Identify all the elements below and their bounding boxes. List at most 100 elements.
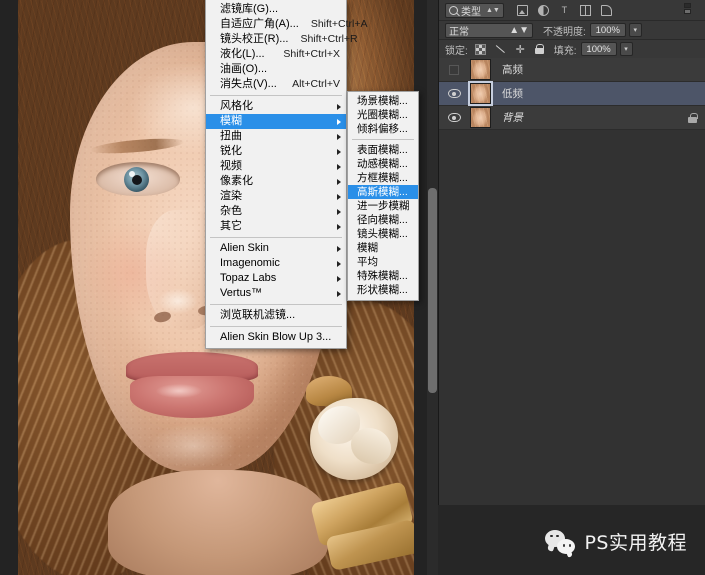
blur-submenu-item-label: 径向模糊... — [357, 213, 408, 227]
filter-menu-item[interactable]: 浏览联机滤镜... — [206, 308, 346, 323]
eye-icon — [448, 113, 461, 122]
blur-submenu-item[interactable]: 形状模糊... — [348, 283, 418, 297]
layer-thumbnail-cell[interactable] — [465, 83, 495, 104]
layers-list[interactable]: 高频低频背景 — [439, 58, 705, 130]
blur-submenu-item-label: 表面模糊... — [357, 143, 408, 157]
submenu-arrow-icon — [337, 246, 341, 252]
filter-menu-item[interactable]: 像素化 — [206, 174, 346, 189]
photoshop-window: 滤镜库(G)...自适应广角(A)...Shift+Ctrl+A镜头校正(R).… — [0, 0, 705, 575]
menu-separator — [210, 95, 342, 96]
filter-menu-item[interactable]: 渲染 — [206, 189, 346, 204]
lock-transparent-pixels-icon[interactable] — [475, 44, 486, 55]
blur-submenu-item[interactable]: 场景模糊... — [348, 94, 418, 108]
blur-submenu-item[interactable]: 镜头模糊... — [348, 227, 418, 241]
filter-menu-item[interactable]: 镜头校正(R)...Shift+Ctrl+R — [206, 32, 346, 47]
shape-filter-icon[interactable] — [580, 5, 591, 16]
filter-menu-item[interactable]: 扭曲 — [206, 129, 346, 144]
layer-visibility-toggle[interactable] — [443, 106, 465, 130]
layer-name[interactable]: 高频 — [502, 62, 523, 77]
filter-type-select[interactable]: 类型 ▲▼ — [445, 3, 504, 18]
image-filter-icon[interactable] — [517, 5, 528, 16]
layer-thumbnail-cell[interactable] — [465, 59, 495, 80]
layer-row[interactable]: 背景 — [439, 106, 705, 130]
lock-row[interactable]: 锁定: 填充: 100% ▾ — [439, 40, 705, 59]
lock-all-icon[interactable] — [535, 44, 544, 54]
fill-value[interactable]: 100% — [581, 42, 617, 56]
smart-object-filter-icon[interactable] — [601, 5, 612, 16]
opacity-stepper-icon[interactable]: ▾ — [629, 23, 642, 37]
blur-submenu-item[interactable]: 模糊 — [348, 241, 418, 255]
blend-mode-value: 正常 — [449, 23, 509, 38]
search-icon — [449, 6, 458, 15]
layer-filter-row[interactable]: 类型 ▲▼ T — [439, 0, 705, 21]
blur-submenu-item[interactable]: 光圈模糊... — [348, 108, 418, 122]
layer-row[interactable]: 高频 — [439, 58, 705, 82]
lock-image-pixels-icon[interactable] — [495, 44, 506, 55]
filter-menu-item[interactable]: Alien Skin — [206, 241, 346, 256]
filter-menu[interactable]: 滤镜库(G)...自适应广角(A)...Shift+Ctrl+A镜头校正(R).… — [205, 0, 347, 349]
filter-menu-item[interactable]: Vertus™ — [206, 286, 346, 301]
lip-highlight — [156, 384, 202, 398]
layer-locked-icon — [688, 113, 697, 123]
layer-visibility-toggle[interactable] — [443, 82, 465, 106]
filter-menu-item-label: 像素化 — [220, 174, 253, 189]
document-canvas-area[interactable]: 滤镜库(G)...自适应广角(A)...Shift+Ctrl+A镜头校正(R).… — [0, 0, 438, 575]
filter-menu-item-label: 镜头校正(R)... — [220, 32, 288, 47]
blur-submenu-item[interactable]: 高斯模糊... — [348, 185, 418, 199]
filter-menu-item-label: 视频 — [220, 159, 242, 174]
blur-submenu-item[interactable]: 进一步模糊 — [348, 199, 418, 213]
submenu-arrow-icon — [337, 291, 341, 297]
lock-position-icon[interactable] — [515, 44, 526, 55]
filter-menu-item[interactable]: 油画(O)... — [206, 62, 346, 77]
blur-submenu[interactable]: 场景模糊...光圈模糊...倾斜偏移... 表面模糊...动感模糊...方框模糊.… — [347, 91, 419, 301]
filter-menu-item-label: 扭曲 — [220, 129, 242, 144]
filter-menu-item[interactable]: 锐化 — [206, 144, 346, 159]
blur-submenu-item-label: 倾斜偏移... — [357, 122, 408, 136]
opacity-value[interactable]: 100% — [590, 23, 626, 37]
filter-menu-item[interactable]: 模糊 — [206, 114, 346, 129]
blur-submenu-item[interactable]: 动感模糊... — [348, 157, 418, 171]
blend-mode-select[interactable]: 正常 ▲▼ — [445, 23, 533, 38]
submenu-arrow-icon — [337, 179, 341, 185]
blur-submenu-item-label: 镜头模糊... — [357, 227, 408, 241]
layer-name[interactable]: 低频 — [502, 86, 523, 101]
blur-submenu-item[interactable]: 径向模糊... — [348, 213, 418, 227]
blur-submenu-item[interactable]: 倾斜偏移... — [348, 122, 418, 136]
filter-menu-item[interactable]: 其它 — [206, 219, 346, 234]
submenu-arrow-icon — [337, 149, 341, 155]
filter-menu-item[interactable]: 滤镜库(G)... — [206, 2, 346, 17]
layer-thumbnail — [470, 59, 491, 80]
filter-menu-item[interactable]: Alien Skin Blow Up 3... — [206, 330, 346, 345]
layer-visibility-toggle[interactable] — [443, 58, 465, 82]
filter-menu-item[interactable]: 液化(L)...Shift+Ctrl+X — [206, 47, 346, 62]
fill-label: 填充: — [554, 42, 577, 57]
layer-row[interactable]: 低频 — [439, 82, 705, 106]
eye-glint-left — [129, 171, 135, 177]
opacity-label: 不透明度: — [543, 23, 586, 38]
filter-menu-item[interactable]: Topaz Labs — [206, 271, 346, 286]
filter-menu-item[interactable]: 视频 — [206, 159, 346, 174]
type-filter-icon[interactable]: T — [559, 5, 570, 16]
document-scrollbar-thumb[interactable] — [428, 188, 437, 393]
filter-menu-item-label: 消失点(V)... — [220, 77, 277, 92]
blur-submenu-item[interactable]: 表面模糊... — [348, 143, 418, 157]
adjustment-filter-icon[interactable] — [538, 5, 549, 16]
blur-submenu-item[interactable]: 特殊模糊... — [348, 269, 418, 283]
fill-stepper-icon[interactable]: ▾ — [620, 42, 633, 56]
filter-menu-item[interactable]: 风格化 — [206, 99, 346, 114]
blend-mode-row[interactable]: 正常 ▲▼ 不透明度: 100% ▾ — [439, 21, 705, 40]
layers-panel[interactable]: 类型 ▲▼ T 正常 ▲▼ 不透明度: 100% ▾ — [438, 0, 705, 575]
filter-menu-item[interactable]: Imagenomic — [206, 256, 346, 271]
layer-thumbnail-cell[interactable] — [465, 107, 495, 128]
filter-icon-group[interactable]: T — [517, 5, 612, 16]
blur-submenu-item[interactable]: 方框模糊... — [348, 171, 418, 185]
filter-menu-item[interactable]: 消失点(V)...Alt+Ctrl+V — [206, 77, 346, 92]
filter-enable-toggle[interactable] — [684, 3, 695, 17]
blur-submenu-item[interactable]: 平均 — [348, 255, 418, 269]
wechat-icon — [545, 530, 575, 554]
lock-icon-group[interactable] — [475, 44, 544, 55]
filter-menu-item[interactable]: 杂色 — [206, 204, 346, 219]
filter-menu-item[interactable]: 自适应广角(A)...Shift+Ctrl+A — [206, 17, 346, 32]
layer-name[interactable]: 背景 — [502, 110, 523, 125]
filter-menu-item-label: 油画(O)... — [220, 62, 267, 77]
